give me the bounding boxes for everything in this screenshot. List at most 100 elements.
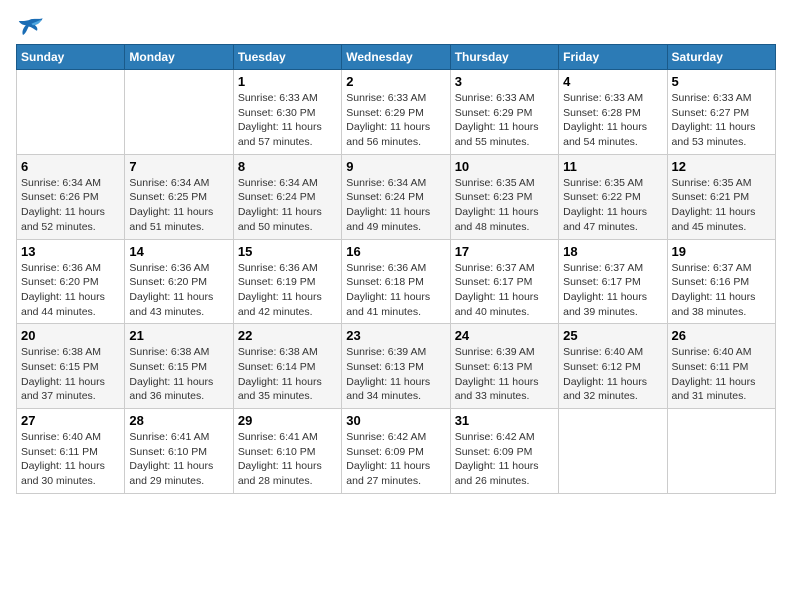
day-detail: Sunrise: 6:36 AM Sunset: 6:20 PM Dayligh… [129,261,228,320]
calendar-cell: 19 Sunrise: 6:37 AM Sunset: 6:16 PM Dayli… [667,239,775,324]
calendar-cell [667,409,775,494]
calendar-cell: 14 Sunrise: 6:36 AM Sunset: 6:20 PM Dayli… [125,239,233,324]
calendar-cell: 28 Sunrise: 6:41 AM Sunset: 6:10 PM Dayli… [125,409,233,494]
column-header-thursday: Thursday [450,45,558,70]
day-detail: Sunrise: 6:34 AM Sunset: 6:24 PM Dayligh… [346,176,445,235]
day-detail: Sunrise: 6:36 AM Sunset: 6:19 PM Dayligh… [238,261,337,320]
day-detail: Sunrise: 6:33 AM Sunset: 6:28 PM Dayligh… [563,91,662,150]
column-header-wednesday: Wednesday [342,45,450,70]
column-header-friday: Friday [559,45,667,70]
day-detail: Sunrise: 6:34 AM Sunset: 6:24 PM Dayligh… [238,176,337,235]
calendar-cell: 20 Sunrise: 6:38 AM Sunset: 6:15 PM Dayli… [17,324,125,409]
calendar-cell: 13 Sunrise: 6:36 AM Sunset: 6:20 PM Dayli… [17,239,125,324]
day-number: 25 [563,328,662,343]
calendar-cell [17,70,125,155]
day-detail: Sunrise: 6:38 AM Sunset: 6:14 PM Dayligh… [238,345,337,404]
day-number: 18 [563,244,662,259]
day-number: 13 [21,244,120,259]
day-number: 24 [455,328,554,343]
day-number: 27 [21,413,120,428]
calendar-cell: 3 Sunrise: 6:33 AM Sunset: 6:29 PM Daylig… [450,70,558,155]
day-number: 16 [346,244,445,259]
day-number: 8 [238,159,337,174]
day-number: 28 [129,413,228,428]
calendar-header-row: SundayMondayTuesdayWednesdayThursdayFrid… [17,45,776,70]
day-detail: Sunrise: 6:41 AM Sunset: 6:10 PM Dayligh… [238,430,337,489]
calendar-week-row: 13 Sunrise: 6:36 AM Sunset: 6:20 PM Dayli… [17,239,776,324]
page-header [16,16,776,40]
calendar-cell: 15 Sunrise: 6:36 AM Sunset: 6:19 PM Dayli… [233,239,341,324]
day-number: 20 [21,328,120,343]
calendar-cell: 7 Sunrise: 6:34 AM Sunset: 6:25 PM Daylig… [125,154,233,239]
day-detail: Sunrise: 6:35 AM Sunset: 6:22 PM Dayligh… [563,176,662,235]
day-detail: Sunrise: 6:42 AM Sunset: 6:09 PM Dayligh… [455,430,554,489]
day-detail: Sunrise: 6:39 AM Sunset: 6:13 PM Dayligh… [346,345,445,404]
calendar-cell: 16 Sunrise: 6:36 AM Sunset: 6:18 PM Dayli… [342,239,450,324]
day-detail: Sunrise: 6:35 AM Sunset: 6:23 PM Dayligh… [455,176,554,235]
day-number: 12 [672,159,771,174]
day-number: 4 [563,74,662,89]
day-detail: Sunrise: 6:37 AM Sunset: 6:17 PM Dayligh… [455,261,554,320]
day-detail: Sunrise: 6:41 AM Sunset: 6:10 PM Dayligh… [129,430,228,489]
day-number: 10 [455,159,554,174]
calendar-table: SundayMondayTuesdayWednesdayThursdayFrid… [16,44,776,494]
column-header-saturday: Saturday [667,45,775,70]
calendar-week-row: 1 Sunrise: 6:33 AM Sunset: 6:30 PM Daylig… [17,70,776,155]
calendar-cell: 11 Sunrise: 6:35 AM Sunset: 6:22 PM Dayli… [559,154,667,239]
day-number: 1 [238,74,337,89]
day-number: 3 [455,74,554,89]
calendar-cell: 8 Sunrise: 6:34 AM Sunset: 6:24 PM Daylig… [233,154,341,239]
day-number: 5 [672,74,771,89]
calendar-week-row: 20 Sunrise: 6:38 AM Sunset: 6:15 PM Dayli… [17,324,776,409]
day-detail: Sunrise: 6:38 AM Sunset: 6:15 PM Dayligh… [21,345,120,404]
column-header-monday: Monday [125,45,233,70]
calendar-cell: 5 Sunrise: 6:33 AM Sunset: 6:27 PM Daylig… [667,70,775,155]
day-detail: Sunrise: 6:33 AM Sunset: 6:30 PM Dayligh… [238,91,337,150]
day-number: 19 [672,244,771,259]
calendar-cell: 27 Sunrise: 6:40 AM Sunset: 6:11 PM Dayli… [17,409,125,494]
day-number: 30 [346,413,445,428]
day-detail: Sunrise: 6:34 AM Sunset: 6:25 PM Dayligh… [129,176,228,235]
day-number: 31 [455,413,554,428]
day-number: 11 [563,159,662,174]
day-detail: Sunrise: 6:40 AM Sunset: 6:12 PM Dayligh… [563,345,662,404]
column-header-tuesday: Tuesday [233,45,341,70]
day-number: 15 [238,244,337,259]
calendar-cell: 26Sunrise: 6:40 AM Sunset: 6:11 PM Dayli… [667,324,775,409]
day-number: 7 [129,159,228,174]
calendar-cell: 25 Sunrise: 6:40 AM Sunset: 6:12 PM Dayli… [559,324,667,409]
calendar-cell: 18Sunrise: 6:37 AM Sunset: 6:17 PM Dayli… [559,239,667,324]
day-detail: Sunrise: 6:40 AM Sunset: 6:11 PM Dayligh… [672,345,771,404]
day-detail: Sunrise: 6:36 AM Sunset: 6:20 PM Dayligh… [21,261,120,320]
calendar-cell: 9 Sunrise: 6:34 AM Sunset: 6:24 PM Daylig… [342,154,450,239]
day-detail: Sunrise: 6:33 AM Sunset: 6:29 PM Dayligh… [455,91,554,150]
day-number: 9 [346,159,445,174]
calendar-cell: 17Sunrise: 6:37 AM Sunset: 6:17 PM Dayli… [450,239,558,324]
day-detail: Sunrise: 6:38 AM Sunset: 6:15 PM Dayligh… [129,345,228,404]
day-detail: Sunrise: 6:40 AM Sunset: 6:11 PM Dayligh… [21,430,120,489]
calendar-cell: 2 Sunrise: 6:33 AM Sunset: 6:29 PM Daylig… [342,70,450,155]
calendar-cell: 21 Sunrise: 6:38 AM Sunset: 6:15 PM Dayli… [125,324,233,409]
day-detail: Sunrise: 6:37 AM Sunset: 6:16 PM Dayligh… [672,261,771,320]
day-number: 29 [238,413,337,428]
day-detail: Sunrise: 6:33 AM Sunset: 6:29 PM Dayligh… [346,91,445,150]
calendar-week-row: 27 Sunrise: 6:40 AM Sunset: 6:11 PM Dayli… [17,409,776,494]
day-number: 14 [129,244,228,259]
calendar-cell: 30Sunrise: 6:42 AM Sunset: 6:09 PM Dayli… [342,409,450,494]
day-detail: Sunrise: 6:35 AM Sunset: 6:21 PM Dayligh… [672,176,771,235]
column-header-sunday: Sunday [17,45,125,70]
day-detail: Sunrise: 6:33 AM Sunset: 6:27 PM Dayligh… [672,91,771,150]
calendar-week-row: 6Sunrise: 6:34 AM Sunset: 6:26 PM Daylig… [17,154,776,239]
calendar-cell [559,409,667,494]
day-number: 6 [21,159,120,174]
day-number: 22 [238,328,337,343]
day-detail: Sunrise: 6:36 AM Sunset: 6:18 PM Dayligh… [346,261,445,320]
calendar-cell: 1 Sunrise: 6:33 AM Sunset: 6:30 PM Daylig… [233,70,341,155]
calendar-cell: 22 Sunrise: 6:38 AM Sunset: 6:14 PM Dayli… [233,324,341,409]
calendar-cell: 12 Sunrise: 6:35 AM Sunset: 6:21 PM Dayli… [667,154,775,239]
calendar-cell: 10 Sunrise: 6:35 AM Sunset: 6:23 PM Dayli… [450,154,558,239]
logo [16,16,48,40]
calendar-cell: 31 Sunrise: 6:42 AM Sunset: 6:09 PM Dayli… [450,409,558,494]
day-number: 2 [346,74,445,89]
day-number: 21 [129,328,228,343]
